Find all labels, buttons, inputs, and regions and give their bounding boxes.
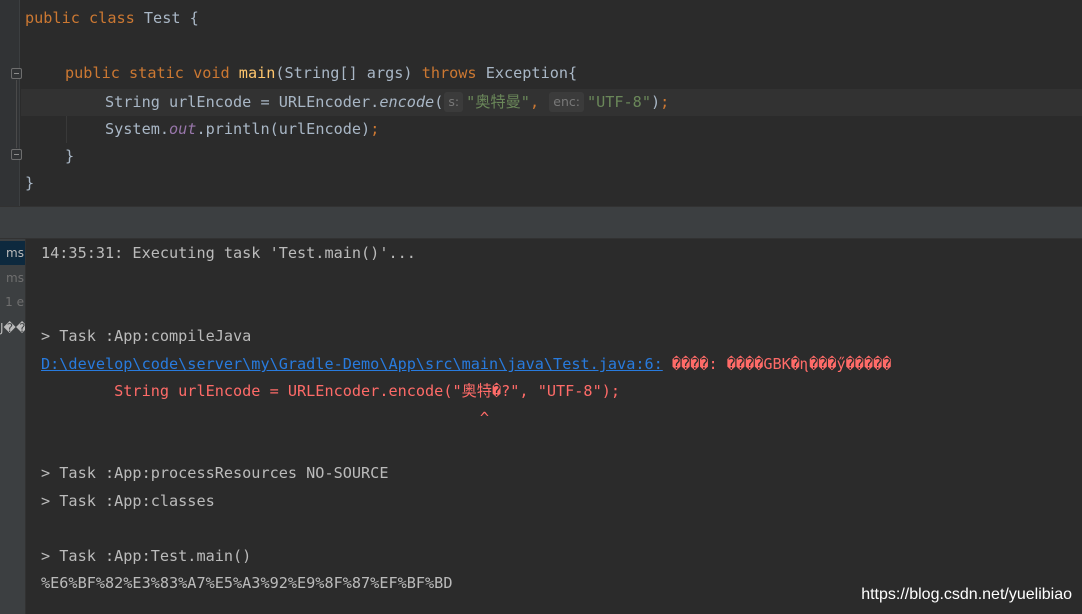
console-line-classes: > Task :App:classes: [41, 492, 215, 510]
console-line-test-main: > Task :App:Test.main(): [41, 547, 252, 565]
code-line-main-declaration[interactable]: public static void main(String[] args) t…: [65, 60, 577, 87]
encode-prefix: String urlEncode = URLEncoder.: [105, 93, 380, 111]
run-tree-item[interactable]: ms: [0, 241, 25, 265]
system-prefix: System.: [105, 120, 170, 138]
class-name: Test: [143, 9, 181, 27]
panel-splitter[interactable]: [0, 206, 1082, 239]
method-encode: encode: [379, 93, 435, 111]
console-line-compile-task: > Task :App:compileJava: [41, 327, 252, 345]
run-tree-item[interactable]: J��: [0, 316, 25, 340]
semicolon: ;: [660, 93, 670, 111]
exception-type: Exception{: [476, 64, 578, 82]
semicolon: ;: [370, 120, 380, 138]
console-line-error: D:\develop\code\server\my\Gradle-Demo\Ap…: [41, 351, 891, 378]
comma: ,: [529, 93, 540, 111]
keyword-class: class: [89, 9, 135, 27]
static-field-out: out: [169, 120, 197, 138]
parameter-hint-s: s:: [444, 92, 464, 112]
code-line-println[interactable]: System.out.println(urlEncode);: [105, 116, 379, 143]
run-console[interactable]: ms ms 1 e J�� 14:35:31: Executing task '…: [0, 239, 1082, 614]
keyword-static: static: [129, 64, 184, 82]
paren-open: (: [434, 93, 444, 111]
keyword-void: void: [193, 64, 230, 82]
console-line-output: %E6%BF%82%E3%83%A7%E5%A3%92%E9%8F%87%EF%…: [41, 574, 453, 592]
run-tree-item[interactable]: ms: [0, 266, 25, 290]
code-line-close-class[interactable]: }: [25, 170, 34, 197]
keyword-public: public: [65, 64, 120, 82]
code-line-url-encode[interactable]: String urlEncode = URLEncoder.encode(s: "…: [105, 89, 669, 116]
error-message: ����: ����GBK�ɳ���ӳ�����: [662, 355, 892, 373]
editor-gutter: [0, 0, 22, 206]
code-line-class-declaration[interactable]: public class Test {: [25, 5, 199, 32]
method-name-main: main: [238, 64, 276, 82]
keyword-public: public: [25, 9, 80, 27]
console-line-error-caret: ^: [41, 409, 490, 427]
code-line-close-method[interactable]: }: [65, 143, 74, 170]
fold-end-icon[interactable]: [11, 149, 22, 160]
console-line-executing: 14:35:31: Executing task 'Test.main()'..…: [41, 244, 416, 262]
string-literal-arg1: "奥特曼": [466, 93, 530, 111]
string-literal-arg2: "UTF-8": [586, 93, 651, 111]
main-params: (String[] args): [275, 64, 422, 82]
parameter-hint-enc: enc:: [549, 92, 584, 112]
fold-collapse-icon[interactable]: [11, 68, 22, 79]
paren-close: ): [650, 93, 661, 111]
println-call: .println(urlEncode): [196, 120, 371, 138]
console-line-process-resources: > Task :App:processResources NO-SOURCE: [41, 464, 389, 482]
fold-range-line: [16, 80, 17, 148]
keyword-throws: throws: [421, 64, 477, 82]
open-brace: {: [180, 9, 199, 27]
run-tree-item[interactable]: 1 e: [0, 290, 25, 314]
watermark-text: https://blog.csdn.net/yuelibiao: [861, 586, 1072, 603]
error-file-link[interactable]: D:\develop\code\server\my\Gradle-Demo\Ap…: [41, 355, 663, 373]
run-tree-panel[interactable]: ms ms 1 e J��: [0, 239, 26, 614]
console-line-error-source: String urlEncode = URLEncoder.encode("奥特…: [41, 382, 620, 400]
code-editor[interactable]: public class Test { public static void m…: [0, 0, 1082, 206]
